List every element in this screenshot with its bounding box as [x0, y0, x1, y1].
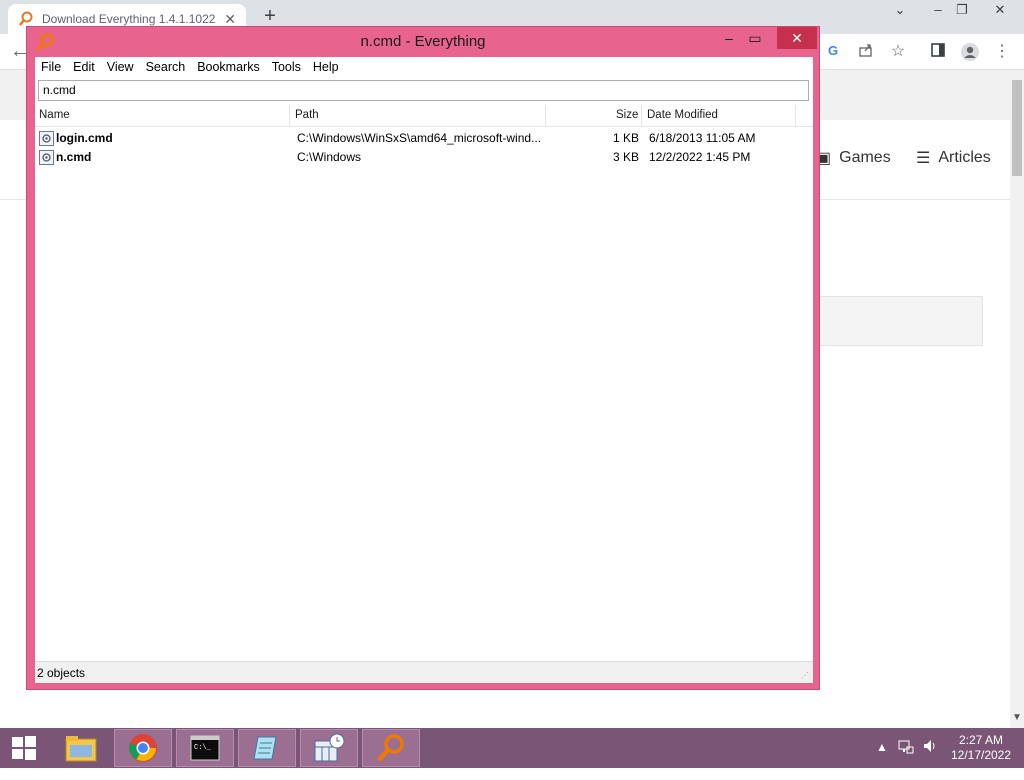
notepad-icon: [253, 736, 277, 760]
clock-time: 2:27 AM: [958, 733, 1004, 747]
menu-dots-icon[interactable]: ⋮: [992, 42, 1012, 62]
taskbar-notepad[interactable]: [238, 729, 296, 767]
result-name: login.cmd: [56, 131, 113, 145]
status-object-count: 2 objects: [37, 666, 86, 680]
clock-date: 12/17/2022: [950, 748, 1012, 762]
taskbar-chrome[interactable]: [114, 729, 172, 767]
column-header-path[interactable]: Path: [295, 109, 319, 121]
menu-help[interactable]: Help: [307, 60, 345, 74]
menu-file[interactable]: File: [35, 60, 67, 74]
menu-search[interactable]: Search: [140, 60, 192, 74]
column-header-size[interactable]: Size: [616, 109, 638, 121]
everything-titlebar[interactable]: n.cmd - Everything – ▭ ✕: [27, 27, 819, 57]
network-icon[interactable]: [898, 738, 914, 778]
status-bar: 2 objects ⋰: [35, 661, 813, 683]
taskbar-everything[interactable]: [362, 729, 420, 767]
column-divider[interactable]: [641, 105, 642, 127]
nav-games-label: Games: [839, 149, 891, 166]
profile-icon[interactable]: [960, 42, 980, 62]
scrollbar-thumb[interactable]: [1012, 80, 1022, 176]
tab-search-chevron-icon[interactable]: ⌄: [884, 0, 916, 34]
windows-logo-icon: [12, 736, 36, 760]
result-path: C:\Windows\WinSxS\amd64_microsoft-wind..…: [297, 131, 542, 145]
cmd-icon: C:\_: [190, 735, 220, 761]
nav-articles[interactable]: ☰ Articles: [916, 148, 991, 168]
nav-games[interactable]: ▣ Games: [816, 148, 891, 168]
resize-grip-icon[interactable]: ⋰: [801, 671, 811, 681]
close-tab-icon[interactable]: ✕: [224, 11, 236, 28]
result-size: 1 KB: [612, 131, 639, 145]
windows-taskbar: C:\_ ▲ 2:27 AM 12/17/2022: [0, 728, 1024, 768]
cmd-file-icon: [39, 150, 54, 165]
results-column-header: Name Path Size Date Modified: [35, 105, 813, 127]
browser-tab-title: Download Everything 1.4.1.1022: [42, 12, 216, 26]
result-size: 3 KB: [612, 150, 639, 164]
column-header-name[interactable]: Name: [39, 109, 70, 121]
result-path: C:\Windows: [297, 150, 362, 164]
everything-search-icon: [377, 734, 404, 762]
search-input[interactable]: n.cmd: [38, 80, 809, 101]
cmd-file-icon: [39, 131, 54, 146]
taskbar-calendar-clock[interactable]: [300, 729, 358, 767]
minimize-icon[interactable]: –: [715, 27, 743, 49]
file-explorer-icon: [65, 736, 97, 762]
result-date: 6/18/2013 11:05 AM: [649, 131, 756, 145]
svg-text:G: G: [828, 43, 838, 58]
result-name: n.cmd: [56, 150, 92, 164]
volume-icon[interactable]: [922, 738, 938, 778]
close-button[interactable]: ✕: [777, 27, 817, 49]
show-hidden-icons-icon[interactable]: ▲: [876, 740, 888, 780]
menu-view[interactable]: View: [101, 60, 140, 74]
calendar-clock-icon: [314, 733, 345, 762]
system-clock[interactable]: 2:27 AM 12/17/2022: [946, 733, 1016, 763]
article-icon: ☰: [916, 150, 931, 167]
everything-window-title: n.cmd - Everything: [360, 33, 486, 50]
scroll-down-arrow-icon[interactable]: ▼: [1010, 712, 1024, 726]
share-icon[interactable]: [856, 42, 876, 62]
menu-bookmarks[interactable]: Bookmarks: [191, 60, 266, 74]
google-lens-icon[interactable]: G: [824, 42, 844, 62]
menu-bar: File Edit View Search Bookmarks Tools He…: [35, 57, 813, 77]
everything-client-area: File Edit View Search Bookmarks Tools He…: [35, 57, 813, 683]
maximize-icon[interactable]: ▭: [741, 27, 769, 49]
start-button[interactable]: [0, 729, 48, 767]
result-date: 12/2/2022 1:45 PM: [649, 150, 751, 164]
nav-articles-label: Articles: [938, 149, 991, 166]
column-divider[interactable]: [545, 105, 546, 127]
column-divider[interactable]: [795, 105, 796, 127]
page-content-box: [815, 296, 983, 346]
everything-favicon-icon: [19, 11, 33, 26]
everything-window: n.cmd - Everything – ▭ ✕ File Edit View …: [26, 26, 820, 690]
result-row[interactable]: login.cmd C:\Windows\WinSxS\amd64_micros…: [35, 129, 813, 148]
menu-tools[interactable]: Tools: [266, 60, 307, 74]
close-icon[interactable]: ✕: [984, 0, 1016, 34]
svg-text:C:\_: C:\_: [194, 744, 212, 752]
new-tab-button[interactable]: +: [258, 4, 282, 28]
sidebar-icon[interactable]: [928, 42, 948, 62]
column-header-date-modified[interactable]: Date Modified: [647, 109, 718, 121]
menu-edit[interactable]: Edit: [67, 60, 101, 74]
column-divider[interactable]: [289, 105, 290, 127]
restore-icon[interactable]: ❐: [946, 0, 978, 34]
taskbar-command-prompt[interactable]: C:\_: [176, 729, 234, 767]
chrome-icon: [129, 734, 157, 762]
bookmark-star-icon[interactable]: ☆: [888, 42, 908, 62]
result-row[interactable]: n.cmd C:\Windows 3 KB 12/2/2022 1:45 PM: [35, 148, 813, 167]
taskbar-file-explorer[interactable]: [52, 729, 110, 767]
